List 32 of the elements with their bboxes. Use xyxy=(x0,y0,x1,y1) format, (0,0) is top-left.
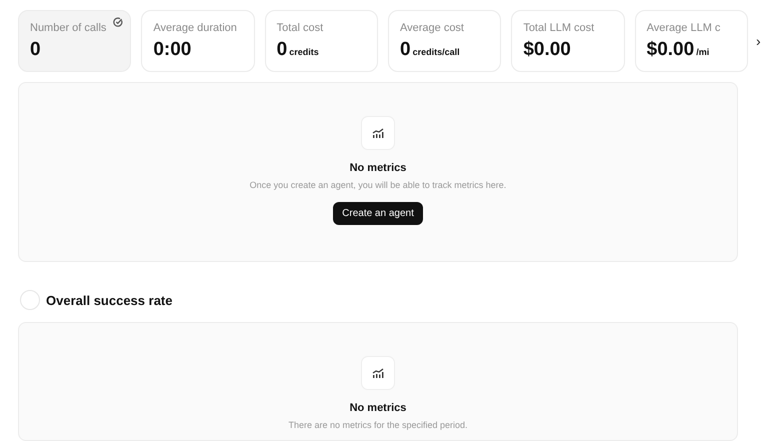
empty-title: No metrics xyxy=(350,402,406,414)
stat-label: Average duration xyxy=(153,22,238,34)
stat-value: 0 xyxy=(276,39,288,61)
stat-value: 0 xyxy=(30,39,41,61)
stat-card[interactable]: Total cost 0 credits xyxy=(264,10,378,72)
stat-unit: credits xyxy=(289,47,319,57)
empty-title: No metrics xyxy=(350,162,406,174)
next-arrow[interactable]: › xyxy=(756,33,761,49)
stat-label: Average LLM c xyxy=(646,22,722,34)
stat-label: Average cost xyxy=(400,22,465,34)
status-circle xyxy=(20,290,40,310)
stat-value: 0 xyxy=(400,39,411,61)
stat-card[interactable]: Total LLM cost $0.00 xyxy=(511,10,625,72)
empty-message: There are no metrics for the specified period. xyxy=(288,420,468,430)
chart-icon xyxy=(372,368,384,378)
stat-label: Number of calls xyxy=(30,22,108,34)
check-icon xyxy=(113,17,124,27)
stat-unit: /mi xyxy=(696,47,710,57)
stat-unit: credits/call xyxy=(412,47,460,57)
stat-value: $0.00 xyxy=(523,39,571,61)
stat-card[interactable]: Number of calls 0 xyxy=(18,10,132,72)
stat-label: Total cost xyxy=(276,22,324,34)
chart-icon xyxy=(372,128,384,138)
stat-value: $0.00 xyxy=(646,39,694,61)
stat-label: Total LLM cost xyxy=(523,22,596,34)
section-title: Overall success rate xyxy=(46,292,172,308)
stat-card[interactable]: Average duration 0:00 xyxy=(141,10,255,72)
empty-message: Once you create an agent, you will be able to track metrics here. xyxy=(250,180,506,190)
stat-card[interactable]: Average cost 0 credits/call xyxy=(388,10,502,72)
stat-card[interactable]: Average LLM c $0.00/mi xyxy=(634,10,748,72)
stat-value: 0:00 xyxy=(153,39,192,61)
create-agent-button[interactable]: Create an agent xyxy=(333,202,423,225)
